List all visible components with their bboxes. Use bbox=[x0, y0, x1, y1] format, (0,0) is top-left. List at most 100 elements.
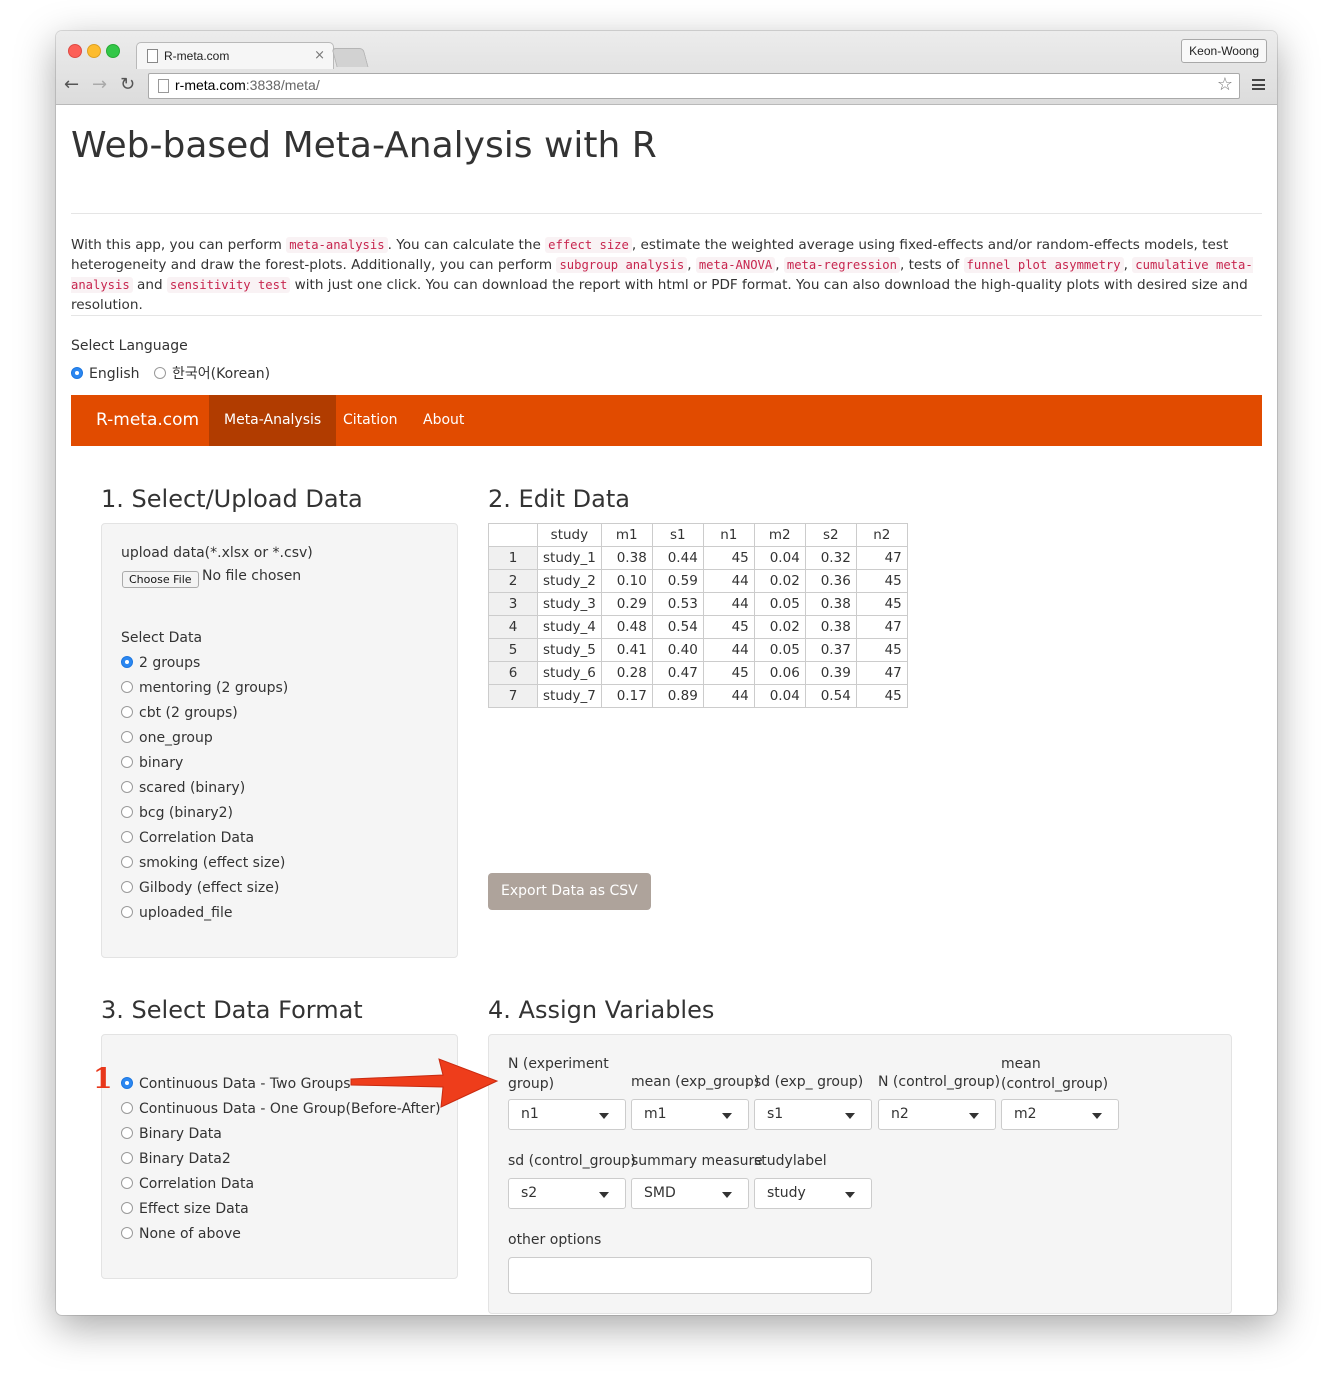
table-header[interactable]: s2 bbox=[804, 523, 857, 547]
format-option[interactable]: None of above bbox=[121, 1222, 441, 1247]
table-cell[interactable]: 0.41 bbox=[600, 638, 653, 662]
table-cell[interactable]: 44 bbox=[702, 592, 755, 616]
table-cell[interactable]: 45 bbox=[855, 638, 908, 662]
table-cell[interactable]: 0.05 bbox=[753, 592, 806, 616]
new-tab-button[interactable] bbox=[331, 48, 369, 67]
browser-menu-icon[interactable] bbox=[1252, 79, 1265, 90]
table-cell[interactable]: study_1 bbox=[537, 546, 602, 570]
zoom-window-icon[interactable] bbox=[106, 44, 120, 58]
profile-button[interactable]: Keon-Woong bbox=[1181, 39, 1267, 63]
forward-icon[interactable]: → bbox=[92, 75, 107, 95]
data-option[interactable]: uploaded_file bbox=[121, 901, 288, 926]
table-cell[interactable]: 0.54 bbox=[804, 684, 857, 708]
data-option[interactable]: mentoring (2 groups) bbox=[121, 676, 288, 701]
table-cell[interactable]: 0.40 bbox=[651, 638, 704, 662]
table-cell[interactable]: 0.89 bbox=[651, 684, 704, 708]
radio-icon[interactable] bbox=[121, 831, 133, 843]
table-cell[interactable]: 0.38 bbox=[600, 546, 653, 570]
bookmark-star-icon[interactable]: ☆ bbox=[1217, 74, 1233, 95]
table-cell[interactable]: 0.39 bbox=[804, 661, 857, 685]
format-option[interactable]: Correlation Data bbox=[121, 1172, 441, 1197]
radio-icon[interactable] bbox=[154, 367, 167, 379]
table-cell[interactable]: 0.02 bbox=[753, 569, 806, 593]
table-cell[interactable]: 0.37 bbox=[804, 638, 857, 662]
format-option[interactable]: Binary Data2 bbox=[121, 1147, 441, 1172]
row-number-cell[interactable]: 6 bbox=[488, 661, 538, 685]
select-sd-exp[interactable]: s1 bbox=[754, 1099, 872, 1130]
nav-citation[interactable]: Citation bbox=[328, 395, 413, 446]
language-option-korean[interactable]: 한국어(Korean) bbox=[154, 366, 270, 382]
select-sd-control[interactable]: s2 bbox=[508, 1178, 626, 1209]
row-number-cell[interactable]: 4 bbox=[488, 615, 538, 639]
address-bar[interactable]: r-meta.com:3838/meta/ ☆ bbox=[148, 73, 1240, 99]
radio-selected-icon[interactable] bbox=[121, 1077, 133, 1089]
reload-icon[interactable]: ↻ bbox=[120, 75, 135, 95]
table-cell[interactable]: study_2 bbox=[537, 569, 602, 593]
browser-tab[interactable]: R-meta.com × bbox=[136, 42, 334, 69]
table-cell[interactable]: 45 bbox=[855, 592, 908, 616]
radio-icon[interactable] bbox=[121, 781, 133, 793]
table-cell[interactable]: 0.29 bbox=[600, 592, 653, 616]
radio-icon[interactable] bbox=[121, 681, 133, 693]
row-number-cell[interactable]: 7 bbox=[488, 684, 538, 708]
table-cell[interactable]: 45 bbox=[702, 661, 755, 685]
table-cell[interactable]: 45 bbox=[855, 569, 908, 593]
table-cell[interactable]: 0.04 bbox=[753, 546, 806, 570]
select-mean-exp[interactable]: m1 bbox=[631, 1099, 749, 1130]
select-n-exp[interactable]: n1 bbox=[508, 1099, 626, 1130]
navbar-brand[interactable]: R-meta.com bbox=[96, 410, 199, 430]
table-cell[interactable]: study_4 bbox=[537, 615, 602, 639]
radio-icon[interactable] bbox=[121, 1202, 133, 1214]
table-header[interactable]: n2 bbox=[855, 523, 908, 547]
table-header[interactable] bbox=[488, 523, 538, 547]
format-option[interactable]: Binary Data bbox=[121, 1122, 441, 1147]
table-cell[interactable]: 47 bbox=[855, 546, 908, 570]
radio-selected-icon[interactable] bbox=[121, 656, 133, 668]
tab-close-icon[interactable]: × bbox=[314, 43, 325, 69]
table-header[interactable]: m2 bbox=[753, 523, 806, 547]
radio-icon[interactable] bbox=[121, 1227, 133, 1239]
table-cell[interactable]: 0.17 bbox=[600, 684, 653, 708]
table-cell[interactable]: 0.44 bbox=[651, 546, 704, 570]
row-number-cell[interactable]: 3 bbox=[488, 592, 538, 616]
table-header[interactable]: n1 bbox=[702, 523, 755, 547]
table-cell[interactable]: 0.02 bbox=[753, 615, 806, 639]
export-csv-button[interactable]: Export Data as CSV bbox=[488, 873, 651, 910]
table-cell[interactable]: 0.36 bbox=[804, 569, 857, 593]
table-cell[interactable]: 0.38 bbox=[804, 615, 857, 639]
radio-icon[interactable] bbox=[121, 1102, 133, 1114]
row-number-cell[interactable]: 1 bbox=[488, 546, 538, 570]
select-mean-control[interactable]: m2 bbox=[1001, 1099, 1119, 1130]
table-cell[interactable]: 45 bbox=[702, 615, 755, 639]
radio-icon[interactable] bbox=[121, 731, 133, 743]
minimize-window-icon[interactable] bbox=[87, 44, 101, 58]
table-cell[interactable]: 0.59 bbox=[651, 569, 704, 593]
table-header[interactable]: s1 bbox=[651, 523, 704, 547]
table-cell[interactable]: 44 bbox=[702, 569, 755, 593]
radio-icon[interactable] bbox=[121, 881, 133, 893]
table-cell[interactable]: study_3 bbox=[537, 592, 602, 616]
other-options-input[interactable] bbox=[508, 1257, 872, 1294]
table-cell[interactable]: 47 bbox=[855, 661, 908, 685]
table-cell[interactable]: 44 bbox=[702, 684, 755, 708]
nav-meta-analysis[interactable]: Meta-Analysis bbox=[209, 395, 337, 446]
back-icon[interactable]: ← bbox=[64, 75, 79, 95]
table-cell[interactable]: study_6 bbox=[537, 661, 602, 685]
table-cell[interactable]: 45 bbox=[702, 546, 755, 570]
select-studylabel[interactable]: study bbox=[754, 1178, 872, 1209]
close-window-icon[interactable] bbox=[68, 44, 82, 58]
data-option[interactable]: scared (binary) bbox=[121, 776, 288, 801]
row-number-cell[interactable]: 2 bbox=[488, 569, 538, 593]
table-header[interactable]: m1 bbox=[600, 523, 653, 547]
radio-icon[interactable] bbox=[121, 906, 133, 918]
radio-icon[interactable] bbox=[121, 806, 133, 818]
edit-data-table[interactable]: study m1 s1 n1 m2 s2 n2 1 study_1 0.38 0.44… bbox=[488, 523, 908, 708]
table-cell[interactable]: 0.48 bbox=[600, 615, 653, 639]
table-cell[interactable]: study_5 bbox=[537, 638, 602, 662]
data-option[interactable]: 2 groups bbox=[121, 651, 288, 676]
table-cell[interactable]: 0.05 bbox=[753, 638, 806, 662]
table-cell[interactable]: 45 bbox=[855, 684, 908, 708]
table-header[interactable]: study bbox=[537, 523, 602, 547]
radio-icon[interactable] bbox=[121, 706, 133, 718]
table-cell[interactable]: 0.47 bbox=[651, 661, 704, 685]
